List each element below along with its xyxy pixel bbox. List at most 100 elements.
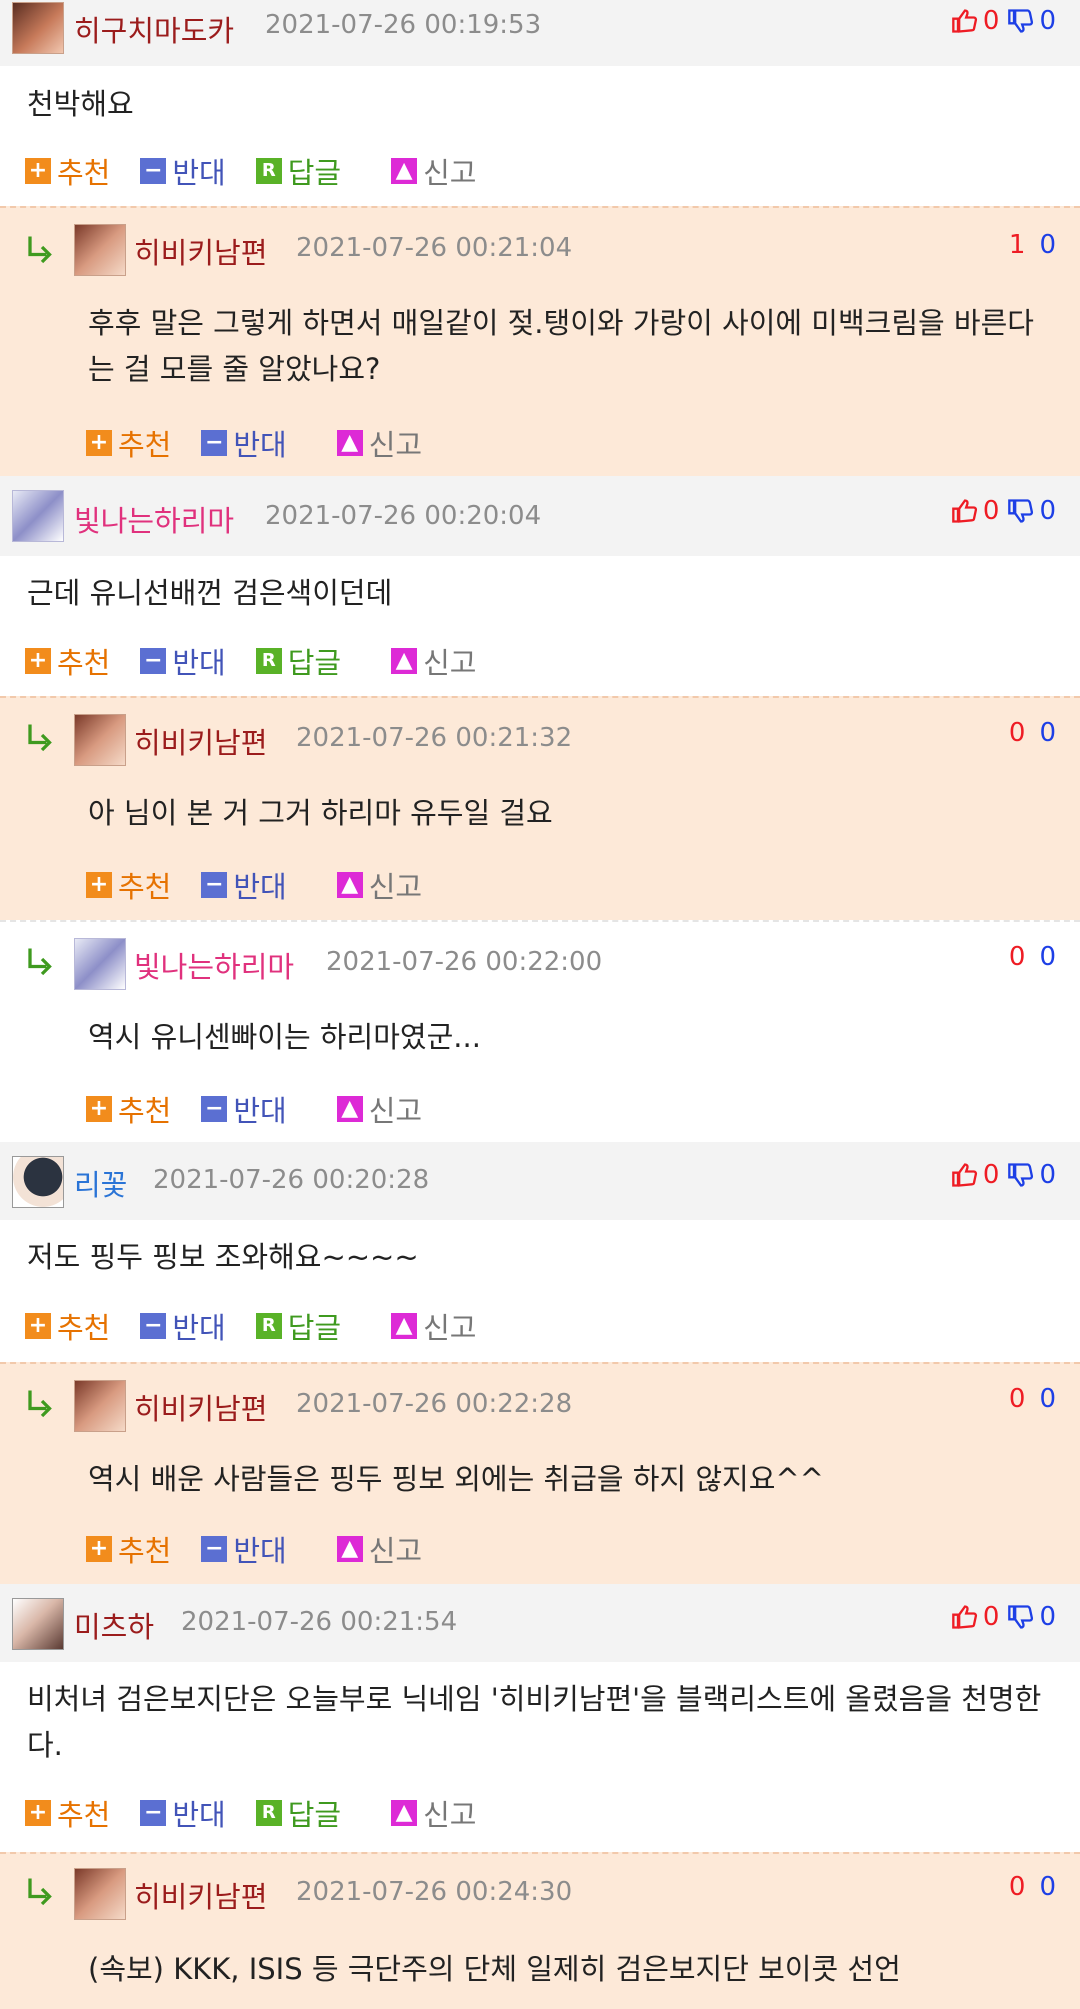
upvote-count[interactable]: 0: [1009, 1872, 1026, 1902]
oppose-button[interactable]: − 반대: [201, 1528, 287, 1570]
comment-text: 비처녀 검은보지단은 오늘부로 닉네임 '히비키남편'을 블랙리스트에 올렸음을…: [27, 1682, 1042, 1762]
reply-arrow-icon: [28, 236, 52, 264]
comment-actions: + 추천 − 반대 R 답글 ▲ 신고: [25, 640, 507, 682]
reply-button[interactable]: R 답글: [255, 150, 341, 192]
comment-body: 저도 핑두 핑보 조와해요~~~~ + 추천 − 반대 R 답글 ▲ 신고: [0, 1220, 1080, 1362]
comment-text: 근데 유니선배껀 검은색이던데: [27, 576, 393, 610]
recommend-button[interactable]: + 추천: [86, 422, 171, 464]
upvote-count[interactable]: 1: [1009, 230, 1026, 260]
reply-button[interactable]: R 답글: [255, 1305, 341, 1347]
avatar[interactable]: [74, 714, 126, 766]
thumbs-down-icon[interactable]: [1007, 1603, 1035, 1631]
downvote-count[interactable]: 0: [1039, 1384, 1056, 1414]
avatar[interactable]: [74, 1868, 126, 1920]
recommend-button[interactable]: + 추천: [25, 640, 110, 682]
downvote-count: 0: [1039, 1602, 1056, 1632]
comment-time: 2021-07-26 00:20:28: [153, 1165, 430, 1195]
reply-arrow-icon: [28, 1390, 52, 1418]
comment-actions: + 추천 − 반대 ▲ 신고: [86, 1088, 452, 1130]
minus-icon: −: [140, 158, 167, 184]
reply-icon: R: [255, 1313, 282, 1339]
report-button[interactable]: ▲ 신고: [391, 1792, 477, 1834]
downvote-count[interactable]: 0: [1039, 1872, 1056, 1902]
recommend-button[interactable]: + 추천: [86, 1528, 171, 1570]
oppose-button[interactable]: − 반대: [140, 150, 226, 192]
report-button[interactable]: ▲ 신고: [391, 150, 477, 192]
comment-text: (속보) KKK, ISIS 등 극단주의 단체 일제히 검은보지단 보이콧 선…: [88, 1952, 901, 1986]
recommend-button[interactable]: + 추천: [25, 150, 110, 192]
reply-button[interactable]: R 답글: [255, 640, 341, 682]
minus-icon: −: [140, 648, 167, 674]
plus-icon: +: [86, 1536, 112, 1562]
report-button[interactable]: ▲ 신고: [391, 1305, 477, 1347]
comment-author[interactable]: 히비키남편: [134, 1874, 267, 1916]
report-button[interactable]: ▲ 신고: [336, 422, 422, 464]
siren-icon: ▲: [336, 430, 363, 456]
siren-icon: ▲: [336, 1536, 363, 1562]
downvote-count[interactable]: 0: [1039, 230, 1056, 260]
avatar[interactable]: [74, 1380, 126, 1432]
comment-author[interactable]: 히비키남편: [134, 230, 267, 272]
comment-author[interactable]: 히비키남편: [134, 1386, 267, 1428]
thumbs-down-icon[interactable]: [1007, 1161, 1035, 1189]
oppose-button[interactable]: − 반대: [201, 1088, 287, 1130]
vote-counts: 1 0: [1009, 230, 1056, 260]
recommend-button[interactable]: + 추천: [25, 1792, 110, 1834]
downvote-count: 0: [1039, 1160, 1056, 1190]
comment-author[interactable]: 빛나는하리마: [134, 944, 294, 986]
oppose-button[interactable]: − 반대: [140, 640, 226, 682]
thumbs-up-icon[interactable]: [951, 1161, 979, 1189]
thumbs-up-icon[interactable]: [951, 497, 979, 525]
plus-icon: +: [25, 648, 51, 674]
plus-icon: +: [86, 1096, 112, 1122]
avatar[interactable]: [12, 1156, 64, 1208]
report-button[interactable]: ▲ 신고: [336, 864, 422, 906]
comment-header: 빛나는하리마 2021-07-26 00:20:04 0 0: [0, 476, 1080, 556]
comment-author[interactable]: 리꽃: [74, 1162, 127, 1204]
report-button[interactable]: ▲ 신고: [336, 1088, 422, 1130]
recommend-button[interactable]: + 추천: [25, 1305, 110, 1347]
reply-icon: R: [255, 158, 282, 184]
oppose-button[interactable]: − 반대: [140, 1305, 226, 1347]
report-button[interactable]: ▲ 신고: [336, 1528, 422, 1570]
comment-body: 근데 유니선배껀 검은색이던데 + 추천 − 반대 R 답글 ▲ 신고: [0, 556, 1080, 696]
plus-icon: +: [25, 1313, 51, 1339]
recommend-button[interactable]: + 추천: [86, 1088, 171, 1130]
plus-icon: +: [25, 1800, 51, 1826]
plus-icon: +: [25, 158, 51, 184]
upvote-count: 0: [982, 1160, 1000, 1190]
recommend-button[interactable]: + 추천: [86, 864, 171, 906]
comment-author[interactable]: 히비키남편: [134, 720, 267, 762]
oppose-button[interactable]: − 반대: [140, 1792, 226, 1834]
upvote-count[interactable]: 0: [1009, 718, 1026, 748]
comment-time: 2021-07-26 00:21:32: [296, 723, 573, 753]
report-button[interactable]: ▲ 신고: [391, 640, 477, 682]
upvote-count: 0: [982, 1602, 1000, 1632]
downvote-count[interactable]: 0: [1039, 718, 1056, 748]
thumbs-up-icon[interactable]: [951, 1603, 979, 1631]
comment-actions: + 추천 − 반대 ▲ 신고: [86, 422, 452, 464]
thumbs-down-icon[interactable]: [1007, 497, 1035, 525]
comment-body: 비처녀 검은보지단은 오늘부로 닉네임 '히비키남편'을 블랙리스트에 올렸음을…: [0, 1662, 1080, 1852]
oppose-button[interactable]: − 반대: [201, 422, 287, 464]
reply-button[interactable]: R 답글: [255, 1792, 341, 1834]
comment-author[interactable]: 빛나는하리마: [74, 498, 234, 540]
avatar[interactable]: [12, 1598, 64, 1650]
avatar[interactable]: [74, 938, 126, 990]
avatar[interactable]: [12, 490, 64, 542]
upvote-count[interactable]: 0: [1009, 1384, 1026, 1414]
comment-author[interactable]: 미츠하: [74, 1604, 154, 1646]
minus-icon: −: [201, 430, 228, 456]
comment-time: 2021-07-26 00:19:53: [265, 10, 542, 40]
thumbs-up-icon[interactable]: [951, 7, 979, 35]
thumbs-down-icon[interactable]: [1007, 7, 1035, 35]
comment-text: 역시 유니센빠이는 하리마였군...: [88, 1020, 481, 1054]
avatar[interactable]: [74, 224, 126, 276]
downvote-count[interactable]: 0: [1039, 942, 1056, 972]
vote-counts: 0 0: [951, 1160, 1056, 1190]
oppose-button[interactable]: − 반대: [201, 864, 287, 906]
comment-time: 2021-07-26 00:20:04: [265, 501, 542, 531]
comment-author[interactable]: 히구치마도카: [74, 8, 234, 50]
avatar[interactable]: [12, 2, 64, 54]
upvote-count[interactable]: 0: [1009, 942, 1026, 972]
